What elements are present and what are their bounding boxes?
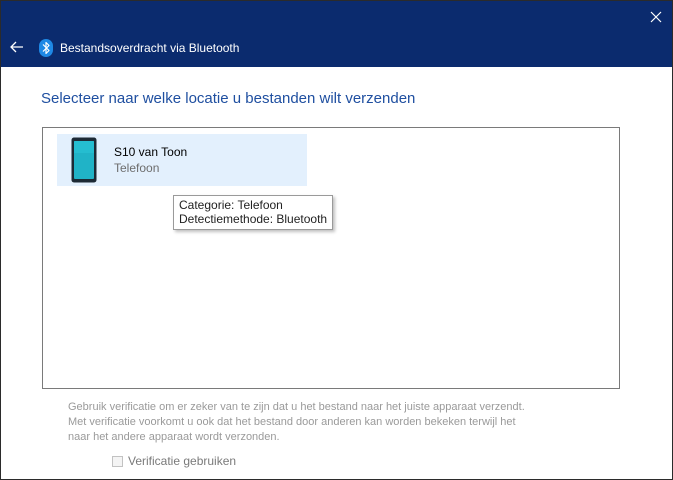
device-tooltip: Categorie: Telefoon Detectiemethode: Blu… <box>173 195 333 230</box>
verification-checkbox-row[interactable]: Verificatie gebruiken <box>112 453 236 469</box>
device-type: Telefoon <box>114 161 160 175</box>
tooltip-category: Categorie: Telefoon <box>179 198 283 212</box>
verification-line: Met verificatie voorkomt u ook dat het b… <box>68 416 516 428</box>
window-title: Bestandsoverdracht via Bluetooth <box>60 41 240 55</box>
device-name: S10 van Toon <box>114 145 188 159</box>
close-icon <box>650 11 662 23</box>
tooltip-detection: Detectiemethode: Bluetooth <box>179 212 328 226</box>
device-item-s10[interactable]: S10 van Toon Telefoon <box>57 134 307 186</box>
back-button[interactable] <box>7 37 27 57</box>
bluetooth-icon <box>39 39 53 57</box>
close-button[interactable] <box>644 5 668 29</box>
phone-icon <box>71 137 97 183</box>
back-arrow-icon <box>10 41 23 53</box>
title-bar: Bestandsoverdracht via Bluetooth <box>1 1 672 67</box>
verification-checkbox[interactable] <box>112 455 123 467</box>
verification-checkbox-label: Verificatie gebruiken <box>128 454 237 468</box>
device-list[interactable]: S10 van Toon Telefoon <box>42 127 620 389</box>
page-heading: Selecteer naar welke locatie u bestanden… <box>41 90 416 107</box>
bluetooth-transfer-window: Bestandsoverdracht via Bluetooth Selecte… <box>0 0 673 480</box>
verification-description: Gebruik verificatie om er zeker van te z… <box>68 400 588 445</box>
verification-line: Gebruik verificatie om er zeker van te z… <box>68 401 525 413</box>
verification-line: naar het andere apparaat wordt verzonden… <box>68 431 280 443</box>
